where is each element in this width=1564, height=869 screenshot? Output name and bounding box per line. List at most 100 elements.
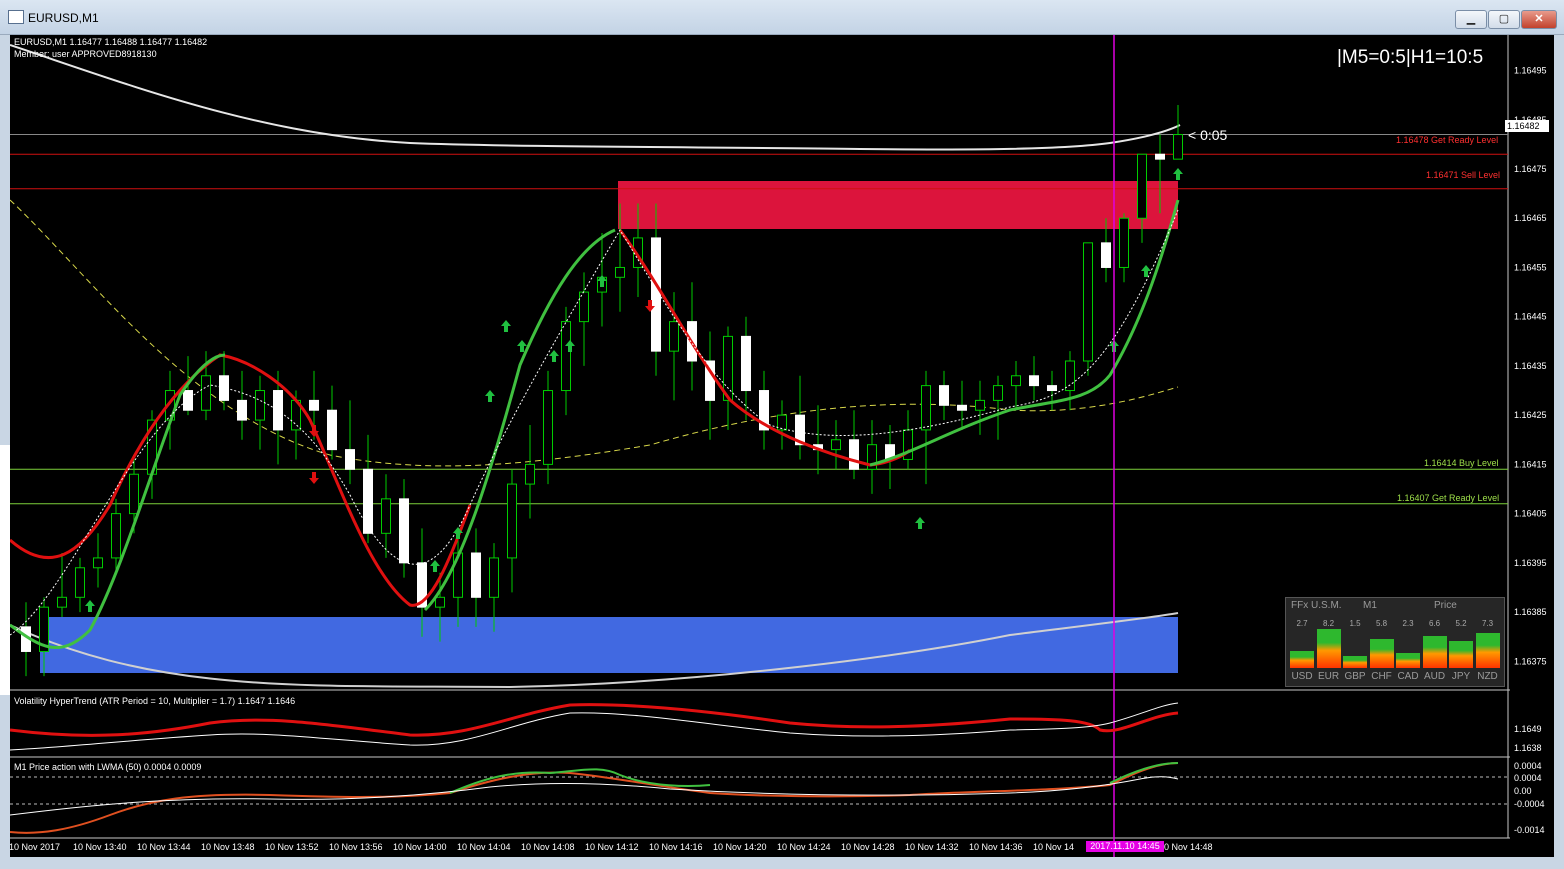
minimize-button[interactable]: ▁ — [1455, 10, 1487, 29]
candle-body-53 — [975, 399, 985, 411]
candle-body-50 — [921, 385, 931, 431]
buy-arrow-icon-11 — [1141, 265, 1151, 277]
candle-body-33 — [615, 266, 625, 278]
pa-tick-2: 0.00 — [1514, 786, 1532, 796]
pa-tick-4: -0.0014 — [1514, 825, 1545, 835]
candle-body-46 — [849, 439, 859, 470]
candle-body-55 — [1011, 375, 1021, 387]
time-tick-11: 10 Nov 14:20 — [713, 842, 767, 852]
member-header: Member: user APPROVED8918130 — [14, 49, 157, 59]
strength-bar-nzd — [1475, 633, 1500, 668]
candle-body-63 — [1155, 153, 1165, 160]
price-tick-8: 1.16415 — [1514, 459, 1547, 469]
terminal-window: EURUSD,M1 ▁ ▢ ✕ 1.16495 1.16475 1.16465 … — [0, 0, 1564, 869]
price-tick-3: 1.16465 — [1514, 213, 1547, 223]
close-button[interactable]: ✕ — [1521, 10, 1557, 29]
time-tick-13: 10 Nov 14:28 — [841, 842, 895, 852]
buy-arrow-icon-3 — [485, 390, 495, 402]
strength-currency-nzd: NZD — [1477, 671, 1498, 682]
candle-body-18 — [345, 449, 355, 470]
signal-arrows — [85, 168, 1183, 612]
price-chart-svg[interactable]: 1.164951.164851.164751.164651.164551.164… — [10, 35, 1554, 857]
candle-body-20 — [381, 498, 391, 534]
window-title: EURUSD,M1 — [28, 11, 99, 25]
time-tick-5: 10 Nov 13:56 — [329, 842, 383, 852]
candle-body-16 — [309, 399, 319, 411]
price-tick-6: 1.16435 — [1514, 361, 1547, 371]
price-tick-7: 1.16425 — [1514, 410, 1547, 420]
time-tick-15: 10 Nov 14:36 — [969, 842, 1023, 852]
candle-body-42 — [777, 414, 787, 431]
buy-arrow-icon-9 — [915, 517, 925, 529]
candle-body-17 — [327, 409, 337, 451]
strength-value-eur: 8.2 — [1322, 619, 1335, 628]
price-tick-10: 1.16395 — [1514, 558, 1547, 568]
time-tick-2: 10 Nov 13:44 — [137, 842, 191, 852]
strength-currency-aud: AUD — [1423, 671, 1446, 682]
pa-tick-1: 0.0004 — [1514, 773, 1542, 783]
time-tick-6: 10 Nov 14:00 — [393, 842, 447, 852]
price-tick-5: 1.16445 — [1514, 312, 1547, 322]
candle-body-45 — [831, 439, 841, 451]
strength-bar-usd — [1290, 651, 1314, 668]
buy-arrow-icon-1 — [430, 560, 440, 572]
buy-zone — [40, 617, 1178, 673]
time-tick-3: 10 Nov 13:48 — [201, 842, 255, 852]
chart-area[interactable]: 1.164951.164851.164751.164651.164551.164… — [10, 35, 1554, 857]
price-action-indicator-label: M1 Price action with LWMA (50) 0.0004 0.… — [14, 762, 202, 772]
candle-body-27 — [507, 483, 517, 559]
pa-white-line — [10, 776, 1179, 816]
buy-arrow-icon-0 — [85, 600, 95, 612]
candle-body-21 — [399, 498, 409, 564]
left-edge-strip — [0, 445, 10, 695]
buy-arrow-icon-4 — [501, 320, 511, 332]
strength-currency-usd: USD — [1291, 671, 1313, 682]
candle-body-9 — [183, 390, 193, 411]
signal-time-box: 2017.11.10 14:45 — [1086, 841, 1164, 852]
candle-body-62 — [1137, 153, 1147, 219]
price-tick-12: 1.16375 — [1514, 656, 1547, 666]
candle-body-23 — [435, 596, 445, 608]
pa-tick-0: 0.0004 — [1514, 761, 1542, 771]
restore-button[interactable]: ▢ — [1488, 10, 1520, 29]
strength-bar-chf — [1369, 639, 1394, 668]
window-titlebar[interactable]: EURUSD,M1 ▁ ▢ ✕ — [0, 0, 1564, 35]
strength-currency-cad: CAD — [1397, 671, 1419, 682]
level-label-buy: 1.16414 Buy Level — [1424, 458, 1499, 468]
candle-body-60 — [1101, 242, 1111, 268]
candle-body-4 — [93, 557, 103, 569]
time-tick-12: 10 Nov 14:24 — [777, 842, 831, 852]
price-axis: 1.164951.164851.164751.164651.164551.164… — [1514, 66, 1547, 667]
candle-body-10 — [201, 375, 211, 411]
vol-tick-0: 1.1649 — [1514, 724, 1542, 734]
candle-body-52 — [957, 404, 967, 411]
candle-body-29 — [543, 390, 553, 465]
time-tick-0: 10 Nov 2017 — [10, 842, 60, 852]
candle-body-13 — [255, 390, 265, 421]
candle-body-25 — [471, 552, 481, 598]
strength-bar-jpy — [1449, 641, 1473, 668]
strength-value-aud: 6.6 — [1428, 619, 1441, 628]
price-tick-11: 1.16385 — [1514, 607, 1547, 617]
candle-body-61 — [1119, 217, 1129, 268]
time-tick-9: 10 Nov 14:12 — [585, 842, 639, 852]
candle-body-6 — [129, 473, 139, 515]
time-tick-17: 10 Nov 14:48 — [1159, 842, 1213, 852]
candle-body-54 — [993, 385, 1003, 401]
white-dotted-ma — [10, 209, 1179, 636]
level-label-sell: 1.16471 Sell Level — [1426, 170, 1501, 180]
time-tick-8: 10 Nov 14:08 — [521, 842, 575, 852]
candle-body-36 — [669, 321, 679, 352]
candle-body-59 — [1083, 242, 1093, 362]
candle-body-64 — [1173, 134, 1183, 160]
candle-body-26 — [489, 557, 499, 598]
candle-body-40 — [741, 335, 751, 392]
strength-value-jpy: 5.2 — [1455, 619, 1467, 628]
time-tick-10: 10 Nov 14:16 — [649, 842, 703, 852]
candle-body-12 — [237, 399, 247, 421]
candle-body-19 — [363, 468, 373, 534]
green-ma-up-3 — [869, 199, 1180, 467]
time-tick-7: 10 Nov 14:04 — [457, 842, 511, 852]
panel-header-price: Price — [1434, 600, 1457, 611]
strength-currency-chf: CHF — [1371, 671, 1392, 682]
